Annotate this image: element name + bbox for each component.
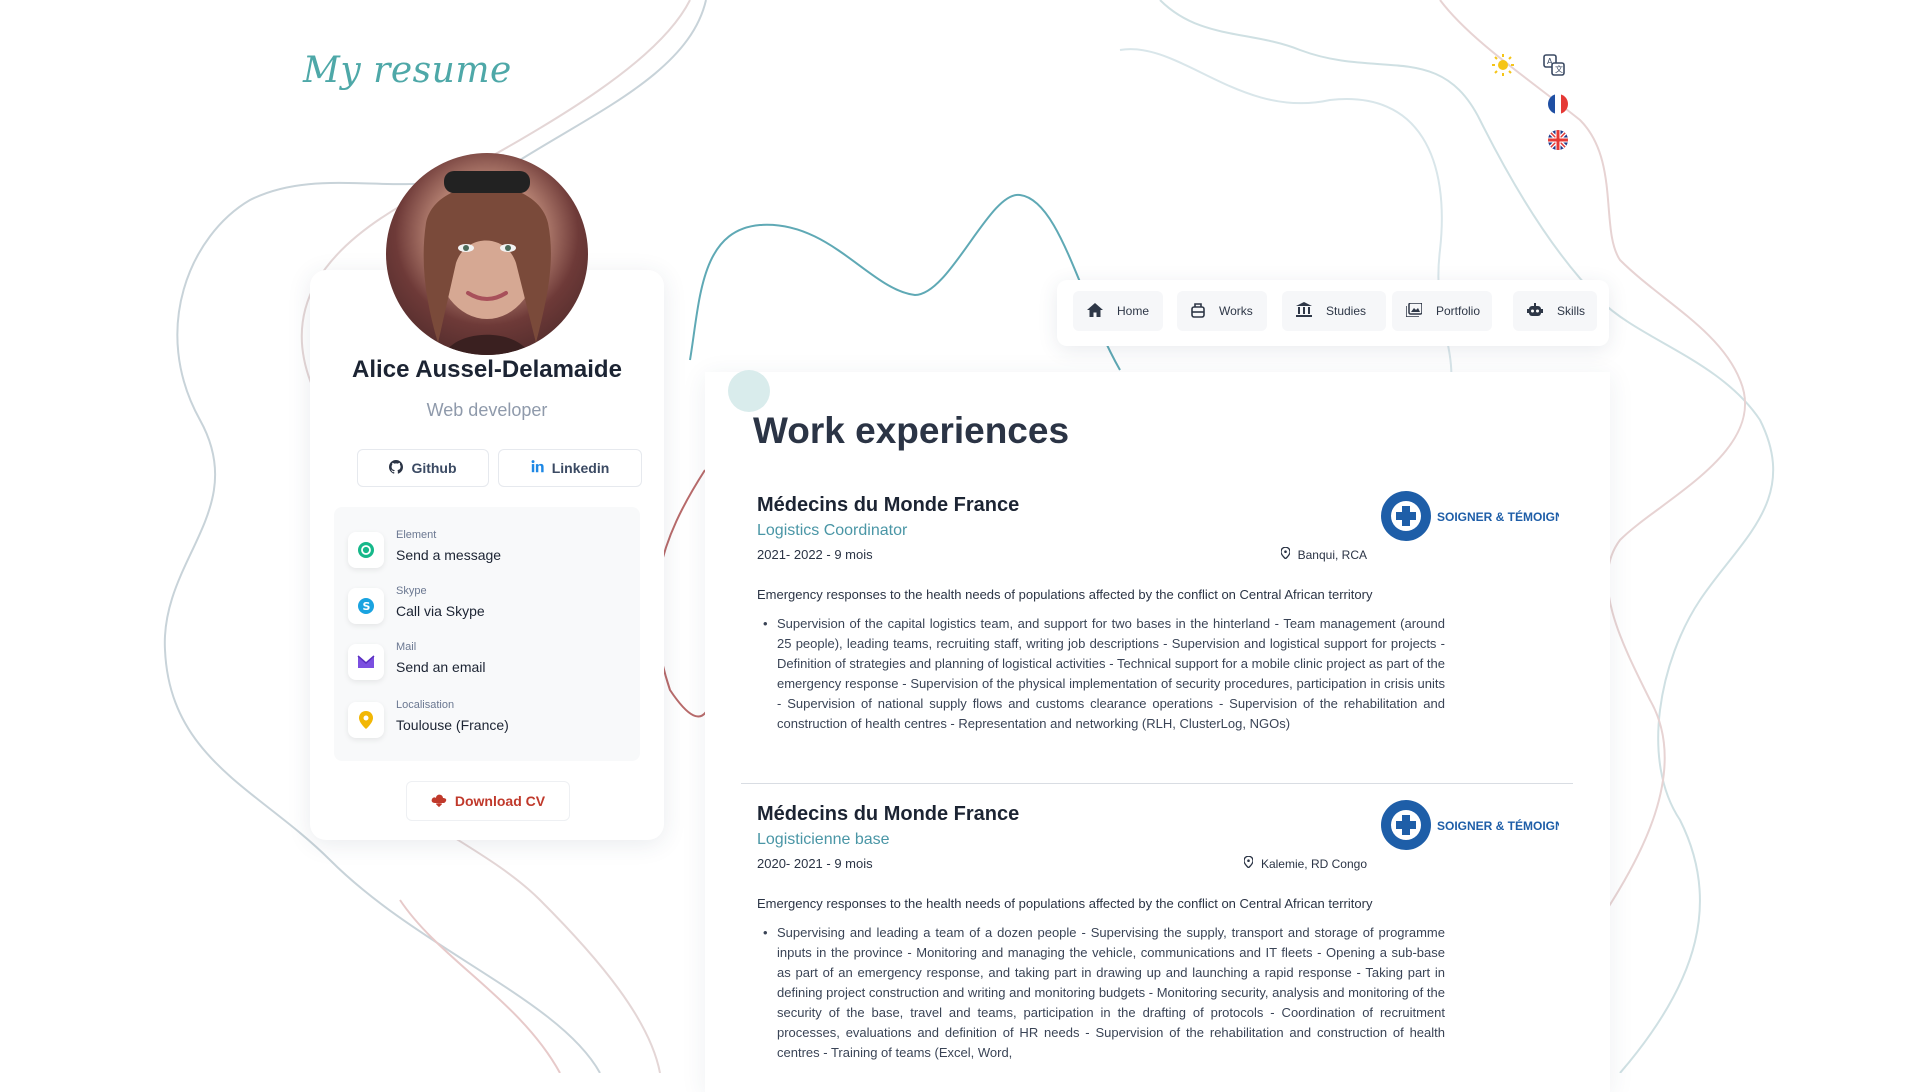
- logo-tagline: SOIGNER & TÉMOIGNER: [1437, 509, 1559, 524]
- linkedin-icon: [531, 460, 544, 476]
- download-cv-button[interactable]: Download CV: [406, 781, 570, 821]
- job-organization: Médecins du Monde France: [757, 494, 1020, 516]
- job-organization: Médecins du Monde France: [757, 803, 1020, 825]
- nav-label: Home: [1117, 304, 1150, 318]
- nav-label: Works: [1219, 304, 1253, 318]
- nav-item-works[interactable]: Works: [1177, 291, 1267, 331]
- robot-icon: [1527, 302, 1543, 320]
- job-location-label: Kalemie, RD Congo: [1260, 856, 1367, 871]
- job-location: Banqui, RCA: [1279, 546, 1367, 562]
- job-divider: [741, 783, 1573, 784]
- home-icon: [1087, 302, 1103, 320]
- cloud-download-icon: [431, 793, 447, 810]
- job-period: 2021- 2022 - 9 mois: [757, 547, 873, 562]
- svg-text:S: S: [363, 600, 371, 613]
- location-pin-icon: [1279, 546, 1291, 562]
- nav-label: Skills: [1557, 304, 1586, 318]
- job-summary: Emergency responses to the health needs …: [757, 587, 1373, 602]
- building-columns-icon: [1296, 302, 1312, 320]
- profile-name: Alice Aussel-Delamaide: [352, 356, 622, 383]
- linkedin-button[interactable]: Linkedin: [498, 449, 642, 487]
- organization-logo: SOIGNER & TÉMOIGNER: [1379, 798, 1581, 852]
- nav-item-home[interactable]: Home: [1073, 291, 1163, 331]
- job-location: Kalemie, RD Congo: [1243, 855, 1367, 871]
- mail-icon: [348, 644, 384, 680]
- contact-label: Skype: [396, 585, 427, 597]
- job-details: Supervision of the capital logistics tea…: [763, 614, 1445, 734]
- contact-label: Mail: [396, 641, 417, 653]
- job-role: Logisticienne base: [757, 831, 890, 848]
- job-location-label: Banqui, RCA: [1297, 547, 1367, 562]
- contact-value: Send a message: [396, 547, 502, 563]
- github-button[interactable]: Github: [357, 449, 489, 487]
- svg-text:A: A: [1547, 57, 1553, 66]
- translate-icon[interactable]: A文: [1542, 53, 1566, 77]
- contact-label: Element: [396, 529, 437, 541]
- job-period: 2020- 2021 - 9 mois: [757, 856, 873, 871]
- contact-label: Localisation: [396, 699, 455, 711]
- github-icon: [389, 459, 404, 477]
- sun-icon[interactable]: [1491, 53, 1515, 77]
- location-pin-icon: [348, 702, 384, 738]
- contact-value: Send an email: [396, 659, 486, 675]
- nav-item-skills[interactable]: Skills: [1513, 291, 1597, 331]
- contact-value: Toulouse (France): [396, 717, 509, 733]
- images-icon: [1405, 301, 1423, 320]
- flag-fr-icon[interactable]: [1546, 92, 1570, 116]
- job-details: Supervising and leading a team of a doze…: [763, 923, 1445, 1063]
- nav-label: Studies: [1326, 304, 1367, 318]
- briefcase-icon: [1191, 302, 1205, 321]
- page-title: Work experiences: [753, 410, 1070, 451]
- contact-value: Call via Skype: [396, 603, 485, 619]
- organization-logo: SOIGNER & TÉMOIGNER: [1379, 489, 1581, 543]
- github-label: Github: [411, 460, 457, 476]
- nav-item-portfolio[interactable]: Portfolio: [1392, 291, 1492, 331]
- nav-item-studies[interactable]: Studies: [1282, 291, 1386, 331]
- profile-role: Web developer: [426, 400, 548, 420]
- element-icon: [348, 532, 384, 568]
- main-nav: Home Works Studies Portfolio Skills: [1057, 280, 1609, 346]
- logo-tagline: SOIGNER & TÉMOIGNER: [1437, 818, 1559, 833]
- profile-avatar: [386, 153, 588, 355]
- download-cv-label: Download CV: [454, 793, 546, 809]
- flag-uk-icon[interactable]: [1546, 128, 1570, 152]
- svg-text:文: 文: [1555, 64, 1563, 74]
- linkedin-label: Linkedin: [551, 460, 610, 476]
- job-role: Logistics Coordinator: [757, 522, 908, 539]
- site-title: My resume: [303, 50, 512, 91]
- nav-label: Portfolio: [1436, 304, 1481, 318]
- decorative-dot: [728, 370, 770, 412]
- skype-icon: S: [348, 588, 384, 624]
- location-pin-icon: [1243, 855, 1254, 871]
- job-summary: Emergency responses to the health needs …: [757, 896, 1373, 911]
- contact-list: Element Send a message S Skype Call via …: [334, 507, 640, 761]
